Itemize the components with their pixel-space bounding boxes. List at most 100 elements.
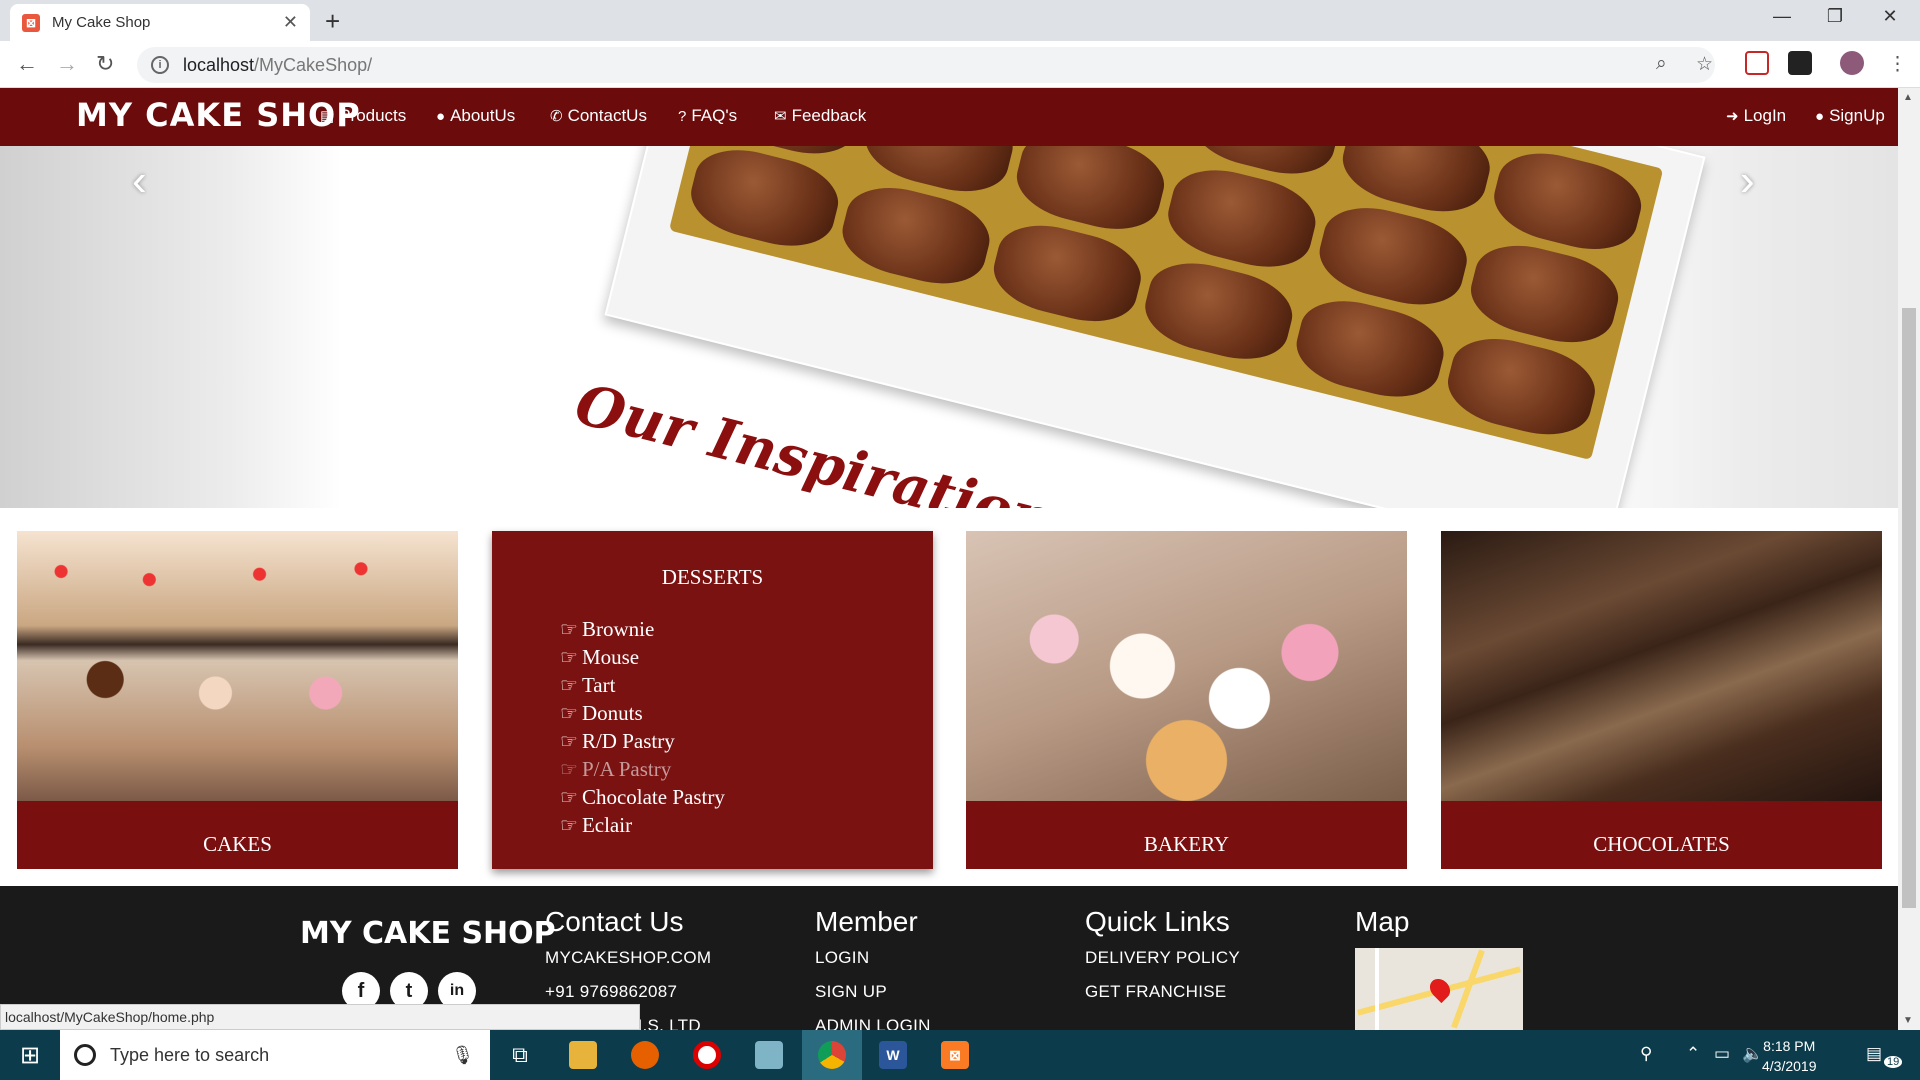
nav-feedback-label: Feedback [791,106,867,125]
cakes-label: CAKES [17,801,458,869]
forward-icon[interactable]: → [56,51,78,77]
footer-member: Member LOGIN SIGN UP ADMIN LOGIN [815,906,931,1050]
dessert-item[interactable]: ☞ Tart [560,671,725,699]
volume-icon[interactable]: 🔈 [1742,1044,1763,1064]
footer-logo: MY CAKE SHOP [300,916,556,951]
windows-start-icon[interactable]: ⊞ [0,1030,60,1080]
card-bakery[interactable]: BAKERY [966,531,1407,869]
bookmark-star-icon[interactable]: ☆ [1696,53,1713,76]
firefox-icon[interactable] [615,1030,675,1080]
hand-pointer-icon: ☞ [560,702,578,725]
pocket-extension-icon[interactable] [1745,51,1769,75]
card-cakes[interactable]: CAKES [17,531,458,869]
dessert-item[interactable]: ☞ Brownie [560,615,725,643]
footer-signup-link[interactable]: SIGN UP [815,982,931,1016]
dessert-item[interactable]: ☞ R/D Pastry [560,727,725,755]
clock-time: 8:18 PM [1763,1038,1816,1054]
phone-icon: ✆ [550,108,563,125]
hero-carousel: Our Inspiration Comes From ... ‹ › [0,146,1898,508]
scroll-down-icon[interactable]: ▼ [1903,1015,1913,1026]
show-hidden-icons-icon[interactable]: ⌃ [1686,1044,1700,1064]
file-explorer-icon[interactable] [553,1030,613,1080]
card-chocolates[interactable]: CHOCOLATES [1441,531,1882,869]
zoom-icon[interactable]: ⌕ [1656,53,1667,75]
card-desserts[interactable]: DESSERTS ☞ Brownie ☞ Mouse ☞ Tart ☞ Donuts ☞… [492,531,933,869]
back-icon[interactable]: ← [16,51,38,77]
dessert-item[interactable]: ☞ P/A Pastry [560,755,725,783]
footer-map[interactable] [1355,948,1523,1030]
dessert-item[interactable]: ☞ Mouse [560,643,725,671]
scrollbar-thumb[interactable] [1902,308,1916,908]
footer-quicklinks-title: Quick Links [1085,906,1230,937]
nav-contactus[interactable]: ✆ ContactUs [550,106,647,126]
cortana-icon [74,1044,96,1066]
restore-icon[interactable]: ❐ [1815,6,1855,27]
status-url-bubble: localhost/MyCakeShop/home.php [0,1004,640,1030]
opera-icon[interactable] [677,1030,737,1080]
notification-count-badge: 19 [1884,1056,1903,1068]
nav-signup-label: SignUp [1829,106,1885,125]
windows-taskbar: ⊞ Type here to search 🎙 ⧉ W ⊠ ⚲ ⌃ ▭ 🔈 8:… [0,1030,1920,1080]
dessert-item[interactable]: ☞ Eclair [560,811,725,839]
footer-quicklinks: Quick Links DELIVERY POLICY GET FRANCHIS… [1085,906,1240,1016]
browser-tab-bar: ⊠ My Cake Shop ✕ + — ❐ ✕ [0,0,1920,41]
url-bar[interactable]: i localhost/MyCakeShop/ [137,47,1715,83]
browser-tab[interactable]: ⊠ My Cake Shop ✕ [10,4,310,41]
footer-franchise-link[interactable]: GET FRANCHISE [1085,982,1240,1016]
envelope-icon: ✉ [774,108,787,125]
hand-pointer-icon: ☞ [560,674,578,697]
taskbar-search-placeholder: Type here to search [110,1044,270,1065]
site-info-icon[interactable]: i [151,56,169,74]
nav-feedback[interactable]: ✉ Feedback [774,106,866,126]
bakery-label: BAKERY [966,801,1407,869]
dessert-item[interactable]: ☞ Donuts [560,699,725,727]
products-icon: ▤ [320,108,335,125]
battery-icon[interactable]: ▭ [1714,1044,1730,1064]
nav-products-label: Products [339,106,407,125]
nav-signup[interactable]: ● SignUp [1815,106,1885,126]
site-navbar: MY CAKE SHOP ▤ Products ● AboutUs ✆ Contact… [0,88,1898,146]
scroll-up-icon[interactable]: ▲ [1903,92,1913,103]
user-icon: ● [436,107,446,125]
page-scrollbar[interactable]: ▲ ▼ [1898,88,1920,1030]
microphone-icon[interactable]: 🎙 [451,1045,474,1066]
word-icon[interactable]: W [863,1030,923,1080]
close-tab-icon[interactable]: ✕ [283,12,298,33]
site-logo[interactable]: MY CAKE SHOP [76,96,361,134]
footer-delivery-policy-link[interactable]: DELIVERY POLICY [1085,948,1240,982]
taskbar-clock[interactable]: 8:18 PM 4/3/2019 [1762,1036,1817,1076]
chrome-icon[interactable] [802,1030,862,1080]
people-icon[interactable]: ⚲ [1640,1044,1652,1064]
carousel-prev-icon[interactable]: ‹ [132,156,147,206]
question-icon: ? [678,107,687,125]
profile-avatar[interactable] [1840,51,1864,75]
nav-login-label: LogIn [1743,106,1787,125]
taskbar-search[interactable]: Type here to search 🎙 [60,1030,490,1080]
chocolates-photo [1441,531,1882,801]
login-icon: ➜ [1726,108,1739,125]
close-window-icon[interactable]: ✕ [1870,6,1910,27]
new-tab-icon[interactable]: + [325,6,340,37]
carousel-next-icon[interactable]: › [1740,156,1755,206]
notifications-icon[interactable]: ▤ [1866,1044,1882,1064]
reload-icon[interactable]: ↻ [96,51,114,77]
nav-aboutus[interactable]: ● AboutUs [436,106,515,126]
bakery-photo [966,531,1407,801]
footer-member-title: Member [815,906,918,937]
dessert-item[interactable]: ☞ Chocolate Pastry [560,783,725,811]
url-host: localhost [183,54,255,75]
hand-pointer-icon: ☞ [560,758,578,781]
hand-pointer-icon: ☞ [560,814,578,837]
nav-login[interactable]: ➜ LogIn [1726,106,1786,126]
menu-dots-icon[interactable]: ⋮ [1888,53,1907,76]
amazon-extension-icon[interactable] [1788,51,1812,75]
nav-faqs[interactable]: ? FAQ's [678,106,737,126]
nav-aboutus-label: AboutUs [450,106,516,125]
nav-products[interactable]: ▤ Products [320,106,406,126]
app-icon[interactable] [739,1030,799,1080]
minimize-icon[interactable]: — [1762,6,1802,27]
xampp-icon[interactable]: ⊠ [925,1030,985,1080]
footer-login-link[interactable]: LOGIN [815,948,931,982]
footer-website[interactable]: MYCAKESHOP.COM [545,948,711,982]
task-view-icon[interactable]: ⧉ [490,1030,550,1080]
